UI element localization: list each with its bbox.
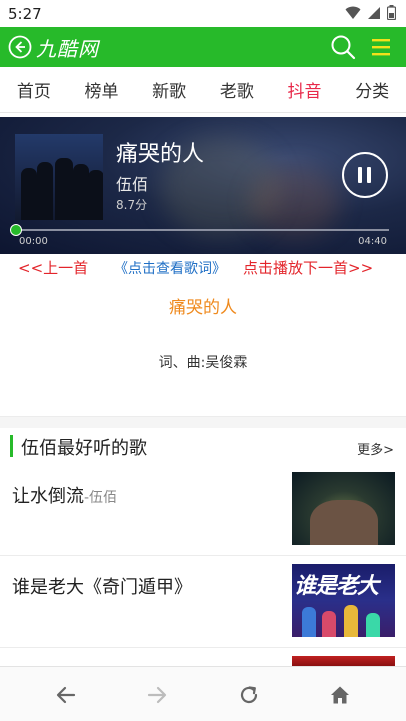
section-header: 伍佰最好听的歌 更多> (0, 429, 406, 463)
arrow-left-icon[interactable] (54, 683, 78, 707)
arrow-right-icon[interactable] (145, 683, 169, 707)
app-header: 九酷网 (0, 27, 406, 67)
more-link[interactable]: 更多> (357, 439, 394, 458)
list-item[interactable] (0, 648, 406, 666)
album-cover (15, 134, 103, 220)
battery-icon (387, 5, 396, 20)
time-total: 04:40 (358, 236, 387, 247)
back-circle-icon[interactable] (8, 35, 32, 59)
home-icon[interactable] (328, 683, 352, 707)
tab-categories[interactable]: 分类 (338, 77, 406, 102)
song-title: 痛哭的人 (116, 142, 205, 167)
prev-song-link[interactable]: <<上一首 (18, 257, 88, 278)
status-time: 5:27 (8, 5, 42, 23)
tab-charts[interactable]: 榜单 (68, 77, 136, 102)
browser-toolbar (0, 666, 406, 721)
progress-track[interactable] (16, 229, 389, 231)
background-blur (250, 167, 340, 237)
section-title: 伍佰最好听的歌 (21, 438, 147, 459)
menu-icon[interactable] (370, 36, 392, 58)
song-thumbnail: 谁是老大 (292, 564, 395, 637)
status-bar: 5:27 (0, 0, 406, 27)
signal-icon (368, 6, 380, 19)
playback-controls: <<上一首 《点击查看歌词》 点击播放下一首>> (0, 256, 406, 280)
section-divider (0, 416, 406, 428)
tab-douyin[interactable]: 抖音 (271, 77, 339, 102)
pause-icon (367, 167, 371, 183)
thumbnail-text: 谁是老大 (294, 574, 379, 599)
song-thumbnail (292, 656, 395, 666)
lyrics-credit: 词、曲:吴俊霖 (158, 355, 248, 371)
tab-old-songs[interactable]: 老歌 (203, 77, 271, 102)
song-artist[interactable]: 伍佰 (116, 171, 148, 195)
wifi-icon (345, 6, 361, 19)
song-artist: -伍佰 (84, 490, 118, 506)
tab-new-songs[interactable]: 新歌 (135, 77, 203, 102)
song-name: 让水倒流-伍佰 (12, 486, 118, 507)
view-lyrics-link[interactable]: 《点击查看歌词》 (114, 258, 226, 278)
section-marker (10, 435, 13, 457)
refresh-icon[interactable] (237, 683, 261, 707)
next-song-link[interactable]: 点击播放下一首>> (243, 257, 373, 278)
site-logo[interactable]: 九酷网 (36, 33, 99, 62)
list-item[interactable]: 谁是老大《奇门遁甲》 谁是老大 (0, 556, 406, 648)
song-score: 8.7分 (116, 198, 148, 212)
category-tabs: 首页 榜单 新歌 老歌 抖音 分类 (0, 67, 406, 113)
time-current: 00:00 (19, 236, 48, 247)
song-name: 谁是老大《奇门遁甲》 (12, 577, 192, 598)
list-item[interactable]: 让水倒流-伍佰 (0, 466, 406, 556)
pause-icon (358, 167, 362, 183)
music-player: 痛哭的人 伍佰 8.7分 00:00 04:40 (0, 117, 406, 254)
progress-knob[interactable] (10, 224, 22, 236)
pause-button[interactable] (342, 152, 388, 198)
lyrics-title: 痛哭的人 (169, 298, 237, 318)
tab-home[interactable]: 首页 (0, 77, 68, 102)
song-thumbnail (292, 472, 395, 545)
status-icons (345, 5, 396, 20)
search-icon[interactable] (330, 34, 356, 60)
